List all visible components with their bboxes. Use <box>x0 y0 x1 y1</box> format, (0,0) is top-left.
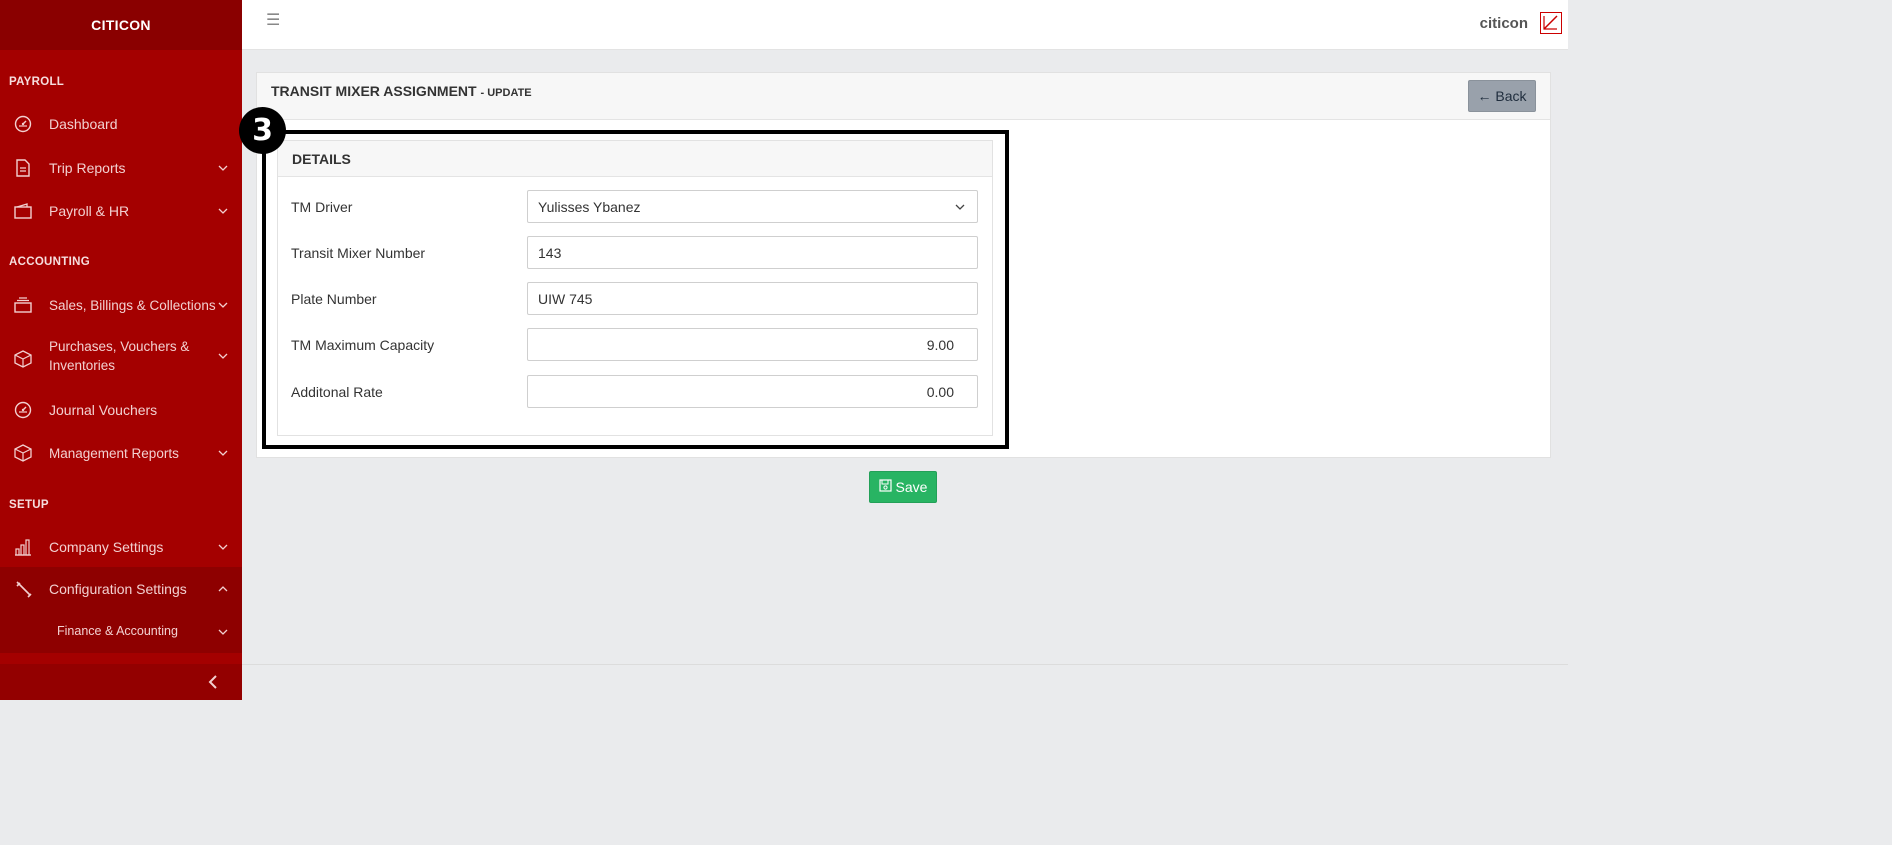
sidebar-item-purchases[interactable]: Purchases, Vouchers & Inventories <box>0 337 242 375</box>
chevron-down-icon <box>218 165 228 171</box>
wrench-icon <box>13 579 33 599</box>
avatar[interactable] <box>1540 12 1562 34</box>
sidebar-item-label: Dashboard <box>49 115 118 132</box>
sidebar-item-label: Configuration Settings <box>49 581 187 597</box>
save-button[interactable]: Save <box>869 471 937 503</box>
footer-divider <box>242 664 1568 665</box>
sidebar-item-journal-vouchers[interactable]: Journal Vouchers <box>0 400 242 420</box>
page-subtitle: - UPDATE <box>480 87 532 99</box>
chevron-down-icon <box>218 544 228 550</box>
gauge-icon <box>13 400 33 420</box>
chevron-up-icon <box>218 586 228 592</box>
sidebar-item-label: Trip Reports <box>49 159 126 176</box>
sidebar-item-trip-reports[interactable]: Trip Reports <box>0 158 242 178</box>
sidebar-item-label: Payroll & HR <box>49 202 130 219</box>
sidebar-subitem-finance-accounting[interactable]: Finance & Accounting <box>0 611 242 653</box>
step-badge: 3 <box>239 107 286 154</box>
sidebar-item-label: Journal Vouchers <box>49 401 158 418</box>
save-icon <box>878 479 892 495</box>
page-title: TRANSIT MIXER ASSIGNMENT - UPDATE <box>271 83 532 99</box>
stack-icon <box>13 295 33 315</box>
brand-logo[interactable]: CITICON <box>0 0 242 50</box>
gauge-icon <box>13 114 33 134</box>
sidebar-item-label: Finance & Accounting <box>57 624 178 638</box>
sidebar-item-label-line1: Purchases, Vouchers & <box>49 339 190 354</box>
chevron-down-icon <box>218 629 228 635</box>
sidebar-item-payroll-hr[interactable]: Payroll & HR <box>0 201 242 221</box>
sidebar-item-sales[interactable]: Sales, Billings & Collections <box>0 295 242 315</box>
card-header: TRANSIT MIXER ASSIGNMENT - UPDATE ← Back <box>257 73 1550 120</box>
box-icon <box>13 443 33 463</box>
section-accounting: ACCOUNTING <box>9 256 90 268</box>
section-setup: SETUP <box>9 499 49 511</box>
save-label: Save <box>895 479 928 495</box>
chevron-down-icon <box>218 450 228 456</box>
box-icon <box>13 349 33 369</box>
sidebar-footer <box>0 664 242 700</box>
highlight-frame <box>262 130 1009 449</box>
chevron-down-icon <box>218 302 228 308</box>
page-title-text: TRANSIT MIXER ASSIGNMENT <box>271 83 477 99</box>
sidebar-item-dashboard[interactable]: Dashboard <box>0 114 242 134</box>
building-chart-icon <box>13 537 33 557</box>
document-icon <box>13 158 33 178</box>
sidebar-item-label: Company Settings <box>49 538 164 555</box>
wallet-icon <box>13 201 33 221</box>
chevron-down-icon <box>218 353 228 359</box>
sidebar-item-label-line2: Inventories <box>49 358 116 373</box>
sidebar-item-company-settings[interactable]: Company Settings <box>0 537 242 557</box>
sidebar-item-management-reports[interactable]: Management Reports <box>0 443 242 463</box>
user-name[interactable]: citicon <box>1480 15 1528 32</box>
sidebar-item-label: Management Reports <box>49 445 179 461</box>
back-button[interactable]: ← Back <box>1468 80 1536 112</box>
sidebar: CITICON PAYROLL Dashboard Trip Reports P… <box>0 0 242 700</box>
hamburger-menu-icon[interactable]: ☰ <box>266 13 280 29</box>
chevron-left-icon[interactable] <box>204 673 222 691</box>
chevron-down-icon <box>218 208 228 214</box>
sidebar-item-label: Sales, Billings & Collections <box>49 297 216 313</box>
section-payroll: PAYROLL <box>9 76 65 88</box>
topbar: ☰ citicon <box>242 0 1568 50</box>
sidebar-item-configuration-settings[interactable]: Configuration Settings <box>0 567 242 611</box>
